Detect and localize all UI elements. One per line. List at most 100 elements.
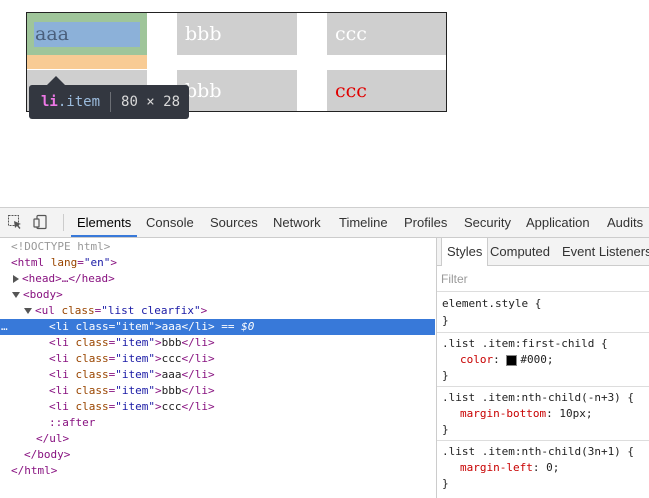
property-value: 10px; [559,407,593,420]
tag-text: <head>…</head> [22,272,115,285]
tab-computed[interactable]: Computed [490,238,550,265]
tab-styles[interactable]: Styles [441,238,489,266]
tooltip-class: .item [57,94,101,110]
tag-text: </html> [11,464,58,477]
style-rule: element.style { } [437,294,649,333]
property-value: 0; [546,461,560,474]
devtools-toolbar: Elements Console Sources Network Timelin… [0,208,649,238]
tag-text: <li [49,336,69,349]
rule-close: } [442,314,449,327]
rule-close: } [442,369,449,382]
dom-head[interactable]: <head>…</head> [0,271,435,287]
expand-triangle-icon[interactable] [13,275,19,283]
dom-li[interactable]: <li class="item">ccc</li> [0,351,435,367]
sidebar-tabs: Styles Computed Event Listeners [437,238,649,266]
tab-event-listeners[interactable]: Event Listeners [562,238,649,265]
style-property[interactable]: margin-bottom: 10px; [460,406,592,422]
item-text: aaa [35,23,69,45]
dom-html-close[interactable]: </html> [0,463,435,479]
attr-name: class [75,384,109,397]
tab-timeline[interactable]: Timeline [339,208,388,237]
tab-profiles[interactable]: Profiles [404,208,447,237]
rule-selector[interactable]: .list .item:nth-child(3n+1) { [442,444,634,460]
rule-selector[interactable]: .list .item:first-child { [442,336,608,352]
pseudo-element: ::after [49,416,96,429]
attr-value: "item" [115,320,155,333]
attr-value: "item" [115,400,155,413]
dom-doctype[interactable]: <!DOCTYPE html> [0,239,435,255]
collapse-triangle-icon[interactable] [24,308,32,314]
dom-html-open[interactable]: <html lang="en"> [0,255,435,271]
item-text: ccc [335,80,367,102]
color-swatch-icon[interactable] [506,354,518,366]
tag-text: > [155,352,162,365]
attr-value: "item" [115,368,155,381]
tag-text: > [155,368,162,381]
rule-close: } [442,423,449,436]
property-value: #000; [520,353,554,366]
property-name: margin-bottom [460,407,547,420]
style-property[interactable]: margin-left: 0; [460,460,559,476]
tag-text: <li [49,368,69,381]
dom-after[interactable]: ::after [0,415,435,431]
tag-text: </li> [181,320,215,333]
element-tooltip: li.item 80 × 28 [29,76,189,119]
toolbar-divider [63,214,64,231]
tab-elements[interactable]: Elements [70,208,138,237]
list-item-highlighted[interactable]: aaa [27,13,147,69]
tag-text: </li> [181,336,215,349]
devtools-panel: Elements Console Sources Network Timelin… [0,207,649,498]
property-name: color [460,353,494,366]
tag-text: <html [11,256,45,269]
node-text: aaa [161,368,182,381]
tab-console[interactable]: Console [146,208,194,237]
tab-network[interactable]: Network [273,208,321,237]
tag-text: </li> [181,384,215,397]
dom-li[interactable]: <li class="item">aaa</li> [0,367,435,383]
tag-text: > [155,336,162,349]
tag-text: </li> [181,400,215,413]
tag-text: <li [49,352,69,365]
node-text: bbb [161,384,182,397]
attr-name: lang [50,256,78,269]
attr-value: "list clearfix" [101,304,201,317]
margin-highlight [27,55,147,69]
inspect-icon[interactable] [7,214,23,230]
item-text: bbb [185,23,222,45]
tab-security[interactable]: Security [464,208,511,237]
dom-body-open[interactable]: <body> [0,287,435,303]
collapse-triangle-icon[interactable] [12,292,20,298]
rule-selector[interactable]: .list .item:nth-child(-n+3) { [442,390,634,406]
style-rule: .list .item:nth-child(-n+3) { margin-bot… [437,388,649,441]
dom-li[interactable]: <li class="item">bbb</li> [0,335,435,351]
styles-filter-input[interactable]: Filter [437,266,649,292]
tag-text: </ul> [36,432,70,445]
dom-ul-open[interactable]: <ul class="list clearfix"> [0,303,435,319]
list-item[interactable]: ccc [327,70,446,111]
dom-li-selected[interactable]: … <li class="item">aaa</li> == $0 [0,319,435,335]
list-item[interactable]: ccc [327,13,446,55]
styles-sidebar: Styles Computed Event Listeners Filter e… [436,238,649,498]
tab-sources[interactable]: Sources [210,208,258,237]
list-item[interactable]: bbb [177,70,297,111]
tag-text: </li> [181,368,215,381]
tag-text: > [155,320,162,333]
device-mode-icon[interactable] [33,214,49,230]
style-rule: .list .item:first-child { color: #000; } [437,334,649,387]
rule-selector[interactable]: element.style { [442,296,541,312]
dom-li[interactable]: <li class="item">bbb</li> [0,383,435,399]
dom-li[interactable]: <li class="item">ccc</li> [0,399,435,415]
dom-ul-close[interactable]: </ul> [0,431,435,447]
node-text: ccc [161,400,182,413]
dom-body-close[interactable]: </body> [0,447,435,463]
style-property[interactable]: color: #000; [460,352,554,368]
attr-value: "item" [115,384,155,397]
attr-name: class [75,400,109,413]
attr-value: "en" [83,256,111,269]
selected-ref: == $0 [214,320,255,333]
more-icon[interactable]: … [1,319,8,335]
list-item[interactable]: bbb [177,13,297,55]
tab-application[interactable]: Application [526,208,590,237]
tooltip-divider [110,92,112,112]
tab-audits[interactable]: Audits [607,208,643,237]
